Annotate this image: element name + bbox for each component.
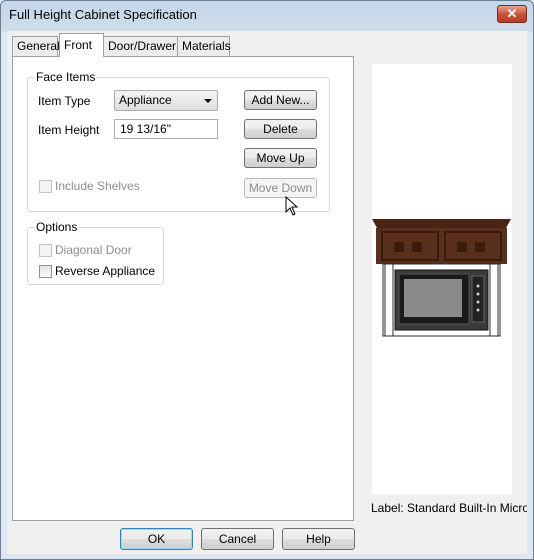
front-tab-panel: Face Items Item Type Appliance Item Heig… [12,56,354,521]
tab-materials[interactable]: Materials [177,36,231,56]
face-items-group: Face Items Item Type Appliance Item Heig… [27,70,330,212]
preview-label: Label: Standard Built-In Microw [371,501,527,515]
reverse-appliance-label: Reverse Appliance [55,264,156,278]
dialog-window: Full Height Cabinet Specification ✕ Gene… [0,0,534,560]
item-height-value: 19 13/16" [120,122,171,136]
cabinet-preview-image [372,219,511,337]
include-shelves-checkbox[interactable] [39,180,52,193]
window-title: Full Height Cabinet Specification [9,7,197,22]
move-up-button[interactable]: Move Up [244,148,317,168]
control-button [476,284,480,288]
control-button [476,308,480,312]
door-inset-2 [412,242,422,252]
diagonal-door-checkbox[interactable] [39,244,52,257]
cabinet-preview [372,64,512,494]
diagonal-door-label: Diagonal Door [55,243,132,257]
move-up-button-label: Move Up [256,151,305,165]
include-shelves-label: Include Shelves [55,179,140,193]
item-type-label: Item Type [38,94,91,108]
microwave-control-panel [471,275,485,323]
dialog-client: General Front Door/Drawer Materials Face… [7,31,527,554]
item-type-dropdown[interactable]: Appliance [114,90,218,111]
cancel-button[interactable]: Cancel [201,528,274,550]
face-items-group-label: Face Items [34,70,98,84]
cancel-button-label: Cancel [218,532,257,546]
tab-label: General [17,39,60,53]
help-button[interactable]: Help [282,528,355,550]
left-trim [384,263,394,337]
door-inset-4 [475,242,485,252]
ok-button-label: OK [147,532,166,546]
add-new-button-label: Add New... [251,93,310,107]
chevron-down-icon [204,99,212,103]
control-button [476,300,480,304]
help-button-label: Help [306,532,331,546]
delete-button[interactable]: Delete [244,119,317,139]
control-button [476,292,480,296]
item-type-value: Appliance [119,93,172,107]
tab-general[interactable]: General [12,36,60,56]
options-group-label: Options [34,220,80,234]
tab-label: Door/Drawer [108,39,177,53]
close-button[interactable]: ✕ [497,5,527,23]
item-height-field[interactable]: 19 13/16" [114,119,218,139]
move-down-button[interactable]: Move Down [244,178,317,198]
close-icon: ✕ [506,6,518,21]
add-new-button[interactable]: Add New... [244,90,317,110]
delete-button-label: Delete [263,122,298,136]
options-group: Options Diagonal Door Reverse Appliance [27,220,164,285]
door-inset-1 [394,242,404,252]
reverse-appliance-checkbox[interactable] [39,265,52,278]
tab-door-drawer[interactable]: Door/Drawer [103,36,178,56]
door-inset-3 [457,242,467,252]
item-height-label: Item Height [38,123,100,137]
ok-button[interactable]: OK [120,528,193,550]
crown-molding [372,219,511,228]
right-trim [489,263,499,337]
move-down-button-label: Move Down [248,181,313,195]
tab-label: Materials [182,39,231,53]
tab-front[interactable]: Front [59,33,104,57]
title-bar[interactable]: Full Height Cabinet Specification ✕ [1,1,533,29]
mouse-pointer-icon [285,196,299,216]
microwave-window [404,279,462,317]
tab-label: Front [64,38,93,52]
